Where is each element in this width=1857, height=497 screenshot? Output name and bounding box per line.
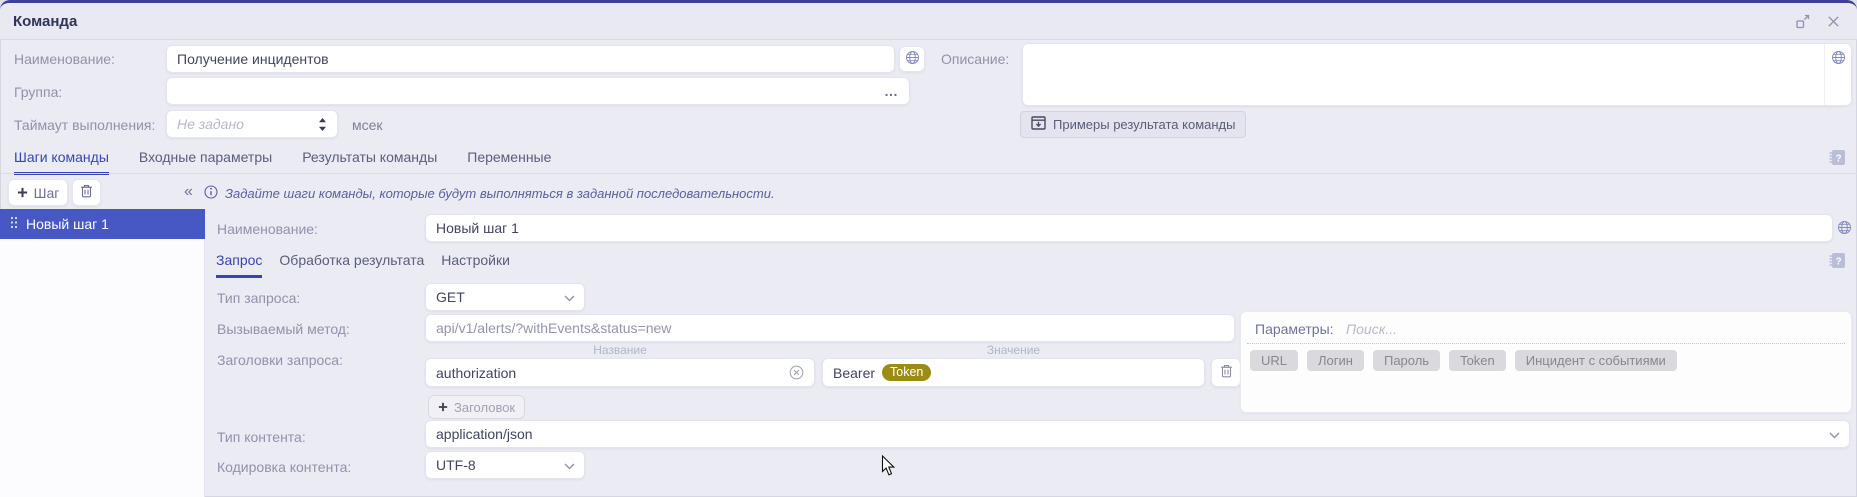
- globe-icon: [1831, 50, 1846, 105]
- token-parameter-chip[interactable]: Token: [882, 364, 931, 381]
- examples-button-label: Примеры результата команды: [1053, 117, 1235, 132]
- timeout-unit: мсек: [352, 117, 383, 133]
- help-icon[interactable]: ?: [1828, 252, 1846, 269]
- delete-step-button[interactable]: [72, 179, 101, 206]
- timeout-field[interactable]: [166, 110, 338, 138]
- description-textarea[interactable]: [1023, 44, 1824, 105]
- name-localization-button[interactable]: [899, 46, 925, 72]
- step-name-localization-button[interactable]: [1837, 220, 1852, 235]
- method-field[interactable]: [425, 314, 1235, 342]
- parameter-chip-incident[interactable]: Инцидент с событиями: [1515, 350, 1677, 371]
- plus-icon: [438, 400, 448, 415]
- svg-text:?: ?: [1835, 257, 1841, 268]
- collapse-steps-panel-icon[interactable]: «: [184, 183, 193, 201]
- content-type-input[interactable]: [436, 426, 1839, 442]
- restore-window-icon[interactable]: [1795, 13, 1811, 29]
- main-tabbar: Шаги команды Входные параметры Результат…: [14, 149, 551, 175]
- request-type-value: GET: [436, 289, 465, 305]
- step-tabbar: Запрос Обработка результата Настройки: [216, 252, 510, 278]
- step-list-item-selected[interactable]: Новый шаг 1: [0, 209, 205, 239]
- table-download-icon: [1031, 116, 1046, 133]
- add-step-label: Шаг: [34, 185, 60, 201]
- content-type-label: Тип контента:: [217, 429, 306, 445]
- parameter-chip-token[interactable]: Token: [1449, 350, 1506, 371]
- group-picker-button[interactable]: …: [884, 83, 899, 99]
- tab-variables[interactable]: Переменные: [467, 149, 551, 175]
- parameters-divider: [1247, 343, 1845, 344]
- timeout-input[interactable]: [177, 116, 318, 132]
- content-encoding-select[interactable]: UTF-8: [425, 451, 585, 479]
- clear-icon[interactable]: [789, 365, 804, 380]
- dialog-title: Команда: [13, 13, 77, 30]
- command-name-input[interactable]: [177, 51, 884, 67]
- tab-result-processing[interactable]: Обработка результата: [279, 252, 424, 278]
- header-name-column-title: Название: [425, 343, 815, 357]
- header-name-input[interactable]: [436, 365, 789, 381]
- description-field[interactable]: [1022, 43, 1852, 106]
- request-headers-label: Заголовки запроса:: [217, 352, 343, 368]
- header-value-field[interactable]: Bearer Token: [822, 358, 1205, 387]
- chevron-down-icon: [564, 289, 575, 305]
- info-icon: [204, 185, 218, 202]
- chevron-down-icon: [564, 457, 575, 473]
- request-type-select[interactable]: GET: [425, 283, 585, 311]
- tab-command-steps[interactable]: Шаги команды: [14, 149, 109, 175]
- add-header-button[interactable]: Заголовок: [428, 395, 525, 419]
- method-label: Вызываемый метод:: [217, 321, 350, 337]
- group-label: Группа:: [14, 84, 62, 100]
- step-name-field[interactable]: [425, 214, 1833, 242]
- parameter-chips: URL Логин Пароль Token Инцидент с событи…: [1250, 350, 1677, 371]
- globe-icon: [905, 50, 920, 68]
- chevron-down-icon[interactable]: [1829, 426, 1840, 442]
- trash-icon: [1220, 364, 1233, 381]
- drag-handle-icon[interactable]: [10, 216, 18, 232]
- group-field[interactable]: …: [166, 77, 910, 105]
- content-type-field[interactable]: [425, 420, 1850, 448]
- trash-icon: [80, 184, 93, 201]
- step-name-input[interactable]: [436, 220, 1822, 236]
- command-name-field[interactable]: [166, 45, 895, 73]
- tab-settings[interactable]: Настройки: [441, 252, 510, 278]
- step-name-label: Наименование:: [217, 221, 318, 237]
- description-label: Описание:: [941, 51, 1009, 67]
- tab-command-results[interactable]: Результаты команды: [302, 149, 437, 175]
- delete-header-button[interactable]: [1211, 358, 1241, 387]
- content-encoding-value: UTF-8: [436, 457, 476, 473]
- parameter-chip-password[interactable]: Пароль: [1373, 350, 1440, 371]
- plus-icon: [17, 185, 28, 201]
- tabs-divider: [0, 173, 1857, 174]
- command-result-examples-button[interactable]: Примеры результата команды: [1020, 111, 1246, 138]
- dialog-titlebar: Команда: [0, 3, 1857, 40]
- parameter-chip-url[interactable]: URL: [1250, 350, 1298, 371]
- group-input[interactable]: [177, 83, 884, 99]
- command-name-label: Наименование:: [14, 51, 115, 67]
- steps-list: Новый шаг 1: [0, 209, 205, 497]
- mouse-cursor: [881, 455, 896, 482]
- steps-hint-text: Задайте шаги команды, которые будут выпо…: [225, 186, 775, 201]
- parameters-search-input[interactable]: [1344, 320, 1568, 338]
- close-icon[interactable]: [1826, 14, 1841, 29]
- header-name-field[interactable]: [425, 358, 815, 387]
- parameter-chip-login[interactable]: Логин: [1307, 350, 1364, 371]
- parameters-label: Параметры:: [1255, 321, 1334, 337]
- tab-input-parameters[interactable]: Входные параметры: [139, 149, 272, 175]
- description-localization-button[interactable]: [1824, 44, 1851, 105]
- timeout-label: Таймаут выполнения:: [14, 117, 155, 133]
- parameters-panel: Параметры: URL Логин Пароль Token Инциде…: [1240, 311, 1852, 413]
- svg-text:?: ?: [1835, 154, 1841, 165]
- content-encoding-label: Кодировка контента:: [217, 459, 351, 475]
- add-step-button[interactable]: Шаг: [8, 179, 68, 206]
- add-header-label: Заголовок: [454, 400, 515, 415]
- steps-hint: Задайте шаги команды, которые будут выпо…: [204, 185, 775, 202]
- request-type-label: Тип запроса:: [217, 290, 300, 306]
- header-value-text: Bearer: [833, 365, 875, 381]
- step-item-label: Новый шаг 1: [26, 216, 109, 232]
- number-spinner-icon[interactable]: [318, 117, 327, 132]
- method-input[interactable]: [436, 320, 1224, 336]
- tab-request[interactable]: Запрос: [216, 252, 262, 278]
- header-value-column-title: Значение: [822, 343, 1205, 357]
- command-dialog: Команда Наименование:: [0, 0, 1857, 497]
- help-icon[interactable]: ?: [1828, 149, 1846, 166]
